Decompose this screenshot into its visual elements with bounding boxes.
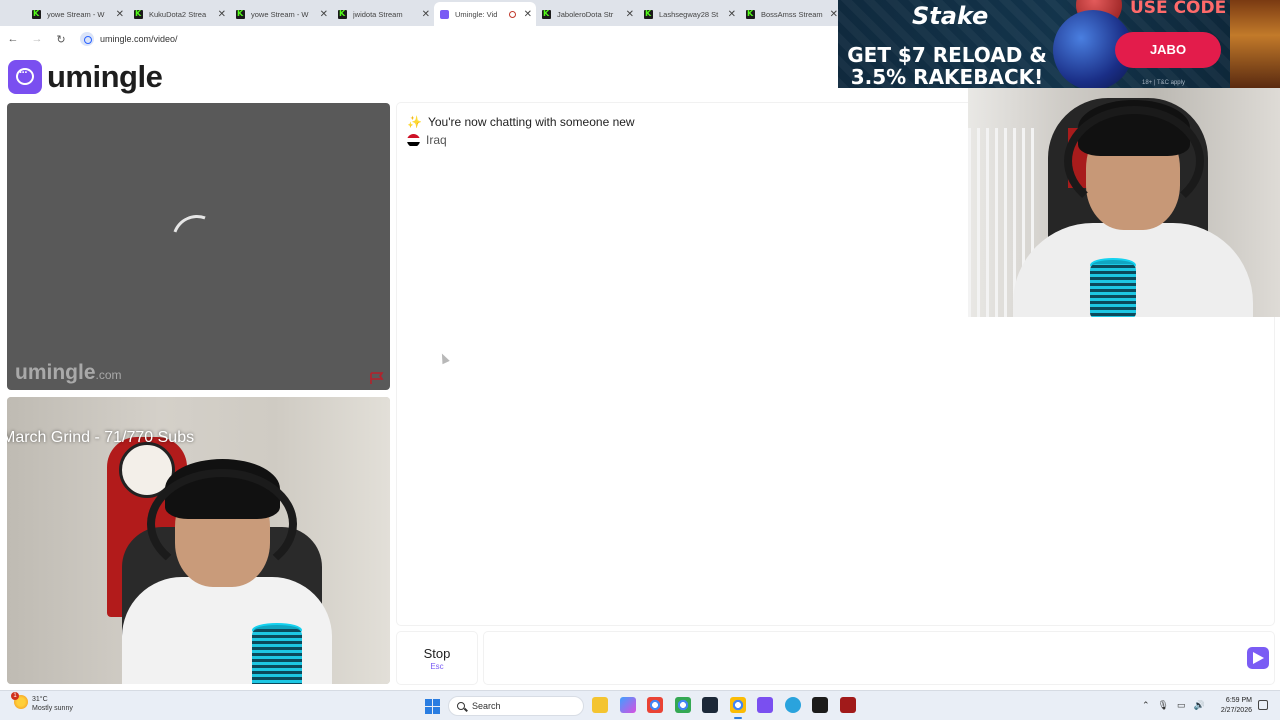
tab-title: yowe Stream - W	[47, 9, 105, 19]
kick-icon	[644, 9, 653, 19]
chrome-icon[interactable]	[674, 697, 691, 713]
logo-text: umingle	[47, 59, 163, 94]
smart-speaker	[1090, 264, 1136, 317]
message-input[interactable]	[484, 632, 1274, 684]
browser-tab[interactable]: jwidota Stream ✕	[332, 2, 434, 26]
headset-icon	[147, 469, 297, 579]
chrome-icon[interactable]	[729, 697, 746, 719]
temperature: 31°C	[32, 696, 48, 703]
obs-icon[interactable]	[812, 697, 828, 713]
kick-icon	[338, 9, 347, 19]
taskbar: 1 31°C Mostly sunny Search ⌃ 🎙 ▭ 🔊 6:59 …	[0, 690, 1280, 720]
steam-icon[interactable]	[702, 697, 718, 713]
tab-title: JaboleroDota Str	[557, 9, 614, 19]
browser-tab[interactable]: Lashsegway28 St ✕	[638, 2, 740, 26]
notification-icon[interactable]	[1258, 700, 1268, 710]
network-icon[interactable]: ▭	[1177, 700, 1186, 711]
kick-icon	[236, 9, 245, 19]
weather-condition: Mostly sunny	[32, 705, 73, 712]
smart-speaker	[252, 629, 302, 684]
site-logo[interactable]: umingle	[8, 59, 163, 95]
file-explorer-icon[interactable]	[592, 697, 608, 713]
forward-arrow-icon[interactable]: →	[26, 33, 48, 45]
ad-headline: GET $7 RELOAD & 3.5% RAKEBACK!	[847, 43, 1047, 88]
address-bar[interactable]: umingle.com/video/	[100, 34, 178, 44]
system-message: ✨ You're now chatting with someone new	[407, 115, 635, 129]
kick-icon	[746, 9, 755, 19]
close-icon[interactable]: ✕	[320, 9, 328, 20]
ad-banner[interactable]: Stake GET $7 RELOAD & 3.5% RAKEBACK! USE…	[838, 0, 1280, 88]
send-icon[interactable]	[1247, 647, 1269, 669]
copilot-icon[interactable]	[619, 697, 636, 713]
close-icon[interactable]: ✕	[830, 9, 838, 20]
dota-icon[interactable]	[839, 697, 856, 713]
tab-title: yowe Stream - W	[251, 9, 309, 19]
tab-title: Lashsegway28 St	[659, 9, 719, 19]
headset-icon	[1064, 106, 1204, 216]
kick-icon	[542, 9, 551, 19]
tab-title: KukuDota2 Strea	[149, 9, 207, 19]
self-video: March Grind - 71/770 Subs	[7, 397, 390, 684]
kick-icon	[32, 9, 41, 19]
stream-overlay-text: March Grind - 71/770 Subs	[7, 429, 195, 446]
microphone-icon[interactable]: 🎙	[1158, 700, 1169, 711]
tab-title: jwidota Stream	[353, 9, 403, 19]
video-watermark: umingle.com	[15, 361, 122, 384]
taskbar-clock[interactable]: 6:59 PM 2/27/2026	[1218, 696, 1252, 716]
close-icon[interactable]: ✕	[422, 9, 430, 20]
close-icon[interactable]: ✕	[218, 9, 226, 20]
volume-icon[interactable]: 🔊	[1194, 700, 1205, 711]
sparkles-icon: ✨	[407, 115, 422, 129]
shortcut-hint: Esc	[430, 662, 444, 671]
ad-terms: 18+ | T&C apply	[1142, 80, 1185, 86]
taskbar-apps	[592, 697, 867, 719]
search-icon	[457, 702, 465, 710]
messenger-icon[interactable]	[757, 697, 773, 713]
loading-spinner-icon	[163, 206, 231, 274]
browser-tab[interactable]: KukuDota2 Strea ✕	[128, 2, 230, 26]
close-icon[interactable]: ✕	[524, 9, 532, 20]
weather-widget[interactable]: 1 31°C Mostly sunny	[11, 692, 73, 713]
kick-icon	[134, 9, 143, 19]
browser-tab-active[interactable]: Umingle: Vid ✕	[434, 2, 536, 26]
streamer-webcam	[968, 88, 1280, 317]
chat-bubble-icon	[8, 60, 42, 94]
chrome-icon[interactable]	[647, 697, 663, 713]
umingle-icon	[440, 9, 449, 19]
browser-tab[interactable]: yowe Stream - W ✕	[26, 2, 128, 26]
taskbar-search[interactable]: Search	[448, 696, 584, 716]
close-icon[interactable]: ✕	[116, 9, 124, 20]
report-flag-icon[interactable]	[370, 372, 384, 384]
browser-tab[interactable]: yowe Stream - W ✕	[230, 2, 332, 26]
recording-icon	[508, 10, 516, 18]
ad-brand: Stake	[912, 2, 989, 30]
close-icon[interactable]: ✕	[728, 9, 736, 20]
browser-tab[interactable]: JaboleroDota Str ✕	[536, 2, 638, 26]
chevron-up-icon[interactable]: ⌃	[1142, 700, 1150, 711]
close-icon[interactable]: ✕	[626, 9, 634, 20]
iraq-flag-icon	[407, 133, 420, 147]
system-tray: ⌃ 🎙 ▭ 🔊	[1142, 700, 1213, 711]
tab-title: Umingle: Vid	[455, 9, 498, 19]
sun-icon: 1	[11, 692, 28, 709]
reload-icon[interactable]: ↻	[50, 33, 72, 46]
casino-chips-icon	[1230, 0, 1280, 88]
stranger-video: umingle.com	[7, 103, 390, 390]
browser-tab[interactable]: BossAmss Stream ✕	[740, 2, 842, 26]
ad-use-code-label: USE CODE	[1130, 0, 1227, 18]
promo-code-button[interactable]: JABO	[1115, 32, 1221, 68]
back-arrow-icon[interactable]: ←	[2, 33, 24, 45]
notification-badge: 1	[11, 692, 19, 700]
windows-start-icon[interactable]	[425, 699, 440, 714]
telegram-icon[interactable]	[784, 697, 801, 713]
stop-button[interactable]: Stop Esc	[397, 632, 477, 684]
partner-country: Iraq	[407, 133, 447, 147]
tab-title: BossAmss Stream	[761, 9, 823, 19]
site-info-icon[interactable]	[80, 32, 94, 46]
